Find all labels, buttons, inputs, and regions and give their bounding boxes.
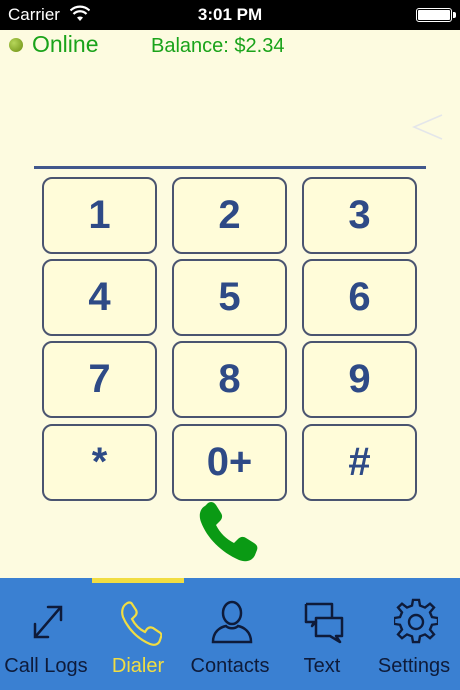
tab-text[interactable]: Text	[276, 578, 368, 690]
key-1[interactable]: 1	[42, 177, 157, 254]
tab-bar: Call Logs Dialer Contacts Text Settings	[0, 578, 460, 690]
tab-settings[interactable]: Settings	[368, 578, 460, 690]
call-logs-icon	[33, 605, 63, 639]
battery-icon	[416, 8, 456, 22]
key-2[interactable]: 2	[172, 177, 287, 254]
contacts-icon	[211, 600, 253, 644]
settings-icon	[394, 598, 438, 644]
tab-call-logs[interactable]: Call Logs	[0, 578, 92, 690]
key-4[interactable]: 4	[42, 259, 157, 336]
key-9[interactable]: 9	[302, 341, 417, 418]
key-6[interactable]: 6	[302, 259, 417, 336]
tab-contacts[interactable]: Contacts	[184, 578, 276, 690]
active-tab-indicator	[92, 578, 184, 583]
key-7[interactable]: 7	[42, 341, 157, 418]
key-8[interactable]: 8	[172, 341, 287, 418]
status-clock: 3:01 PM	[197, 5, 263, 24]
online-status-label: Online	[32, 31, 99, 57]
balance-label: Balance: $2.34	[151, 35, 285, 57]
call-phone-icon[interactable]	[195, 498, 265, 568]
dialer-icon	[121, 601, 162, 646]
key-star[interactable]: *	[42, 424, 157, 501]
tab-dialer[interactable]: Dialer	[92, 578, 184, 690]
key-0-plus[interactable]: 0+	[172, 424, 287, 501]
key-5[interactable]: 5	[172, 259, 287, 336]
online-status-dot-icon	[9, 38, 23, 52]
key-hash[interactable]: #	[302, 424, 417, 501]
status-bar: Carrier 3:01 PM	[0, 0, 460, 30]
tab-settings-label: Settings	[377, 655, 451, 677]
number-display-divider	[34, 166, 426, 169]
text-icon	[304, 602, 344, 644]
backspace-icon[interactable]	[410, 112, 446, 142]
key-3[interactable]: 3	[302, 177, 417, 254]
